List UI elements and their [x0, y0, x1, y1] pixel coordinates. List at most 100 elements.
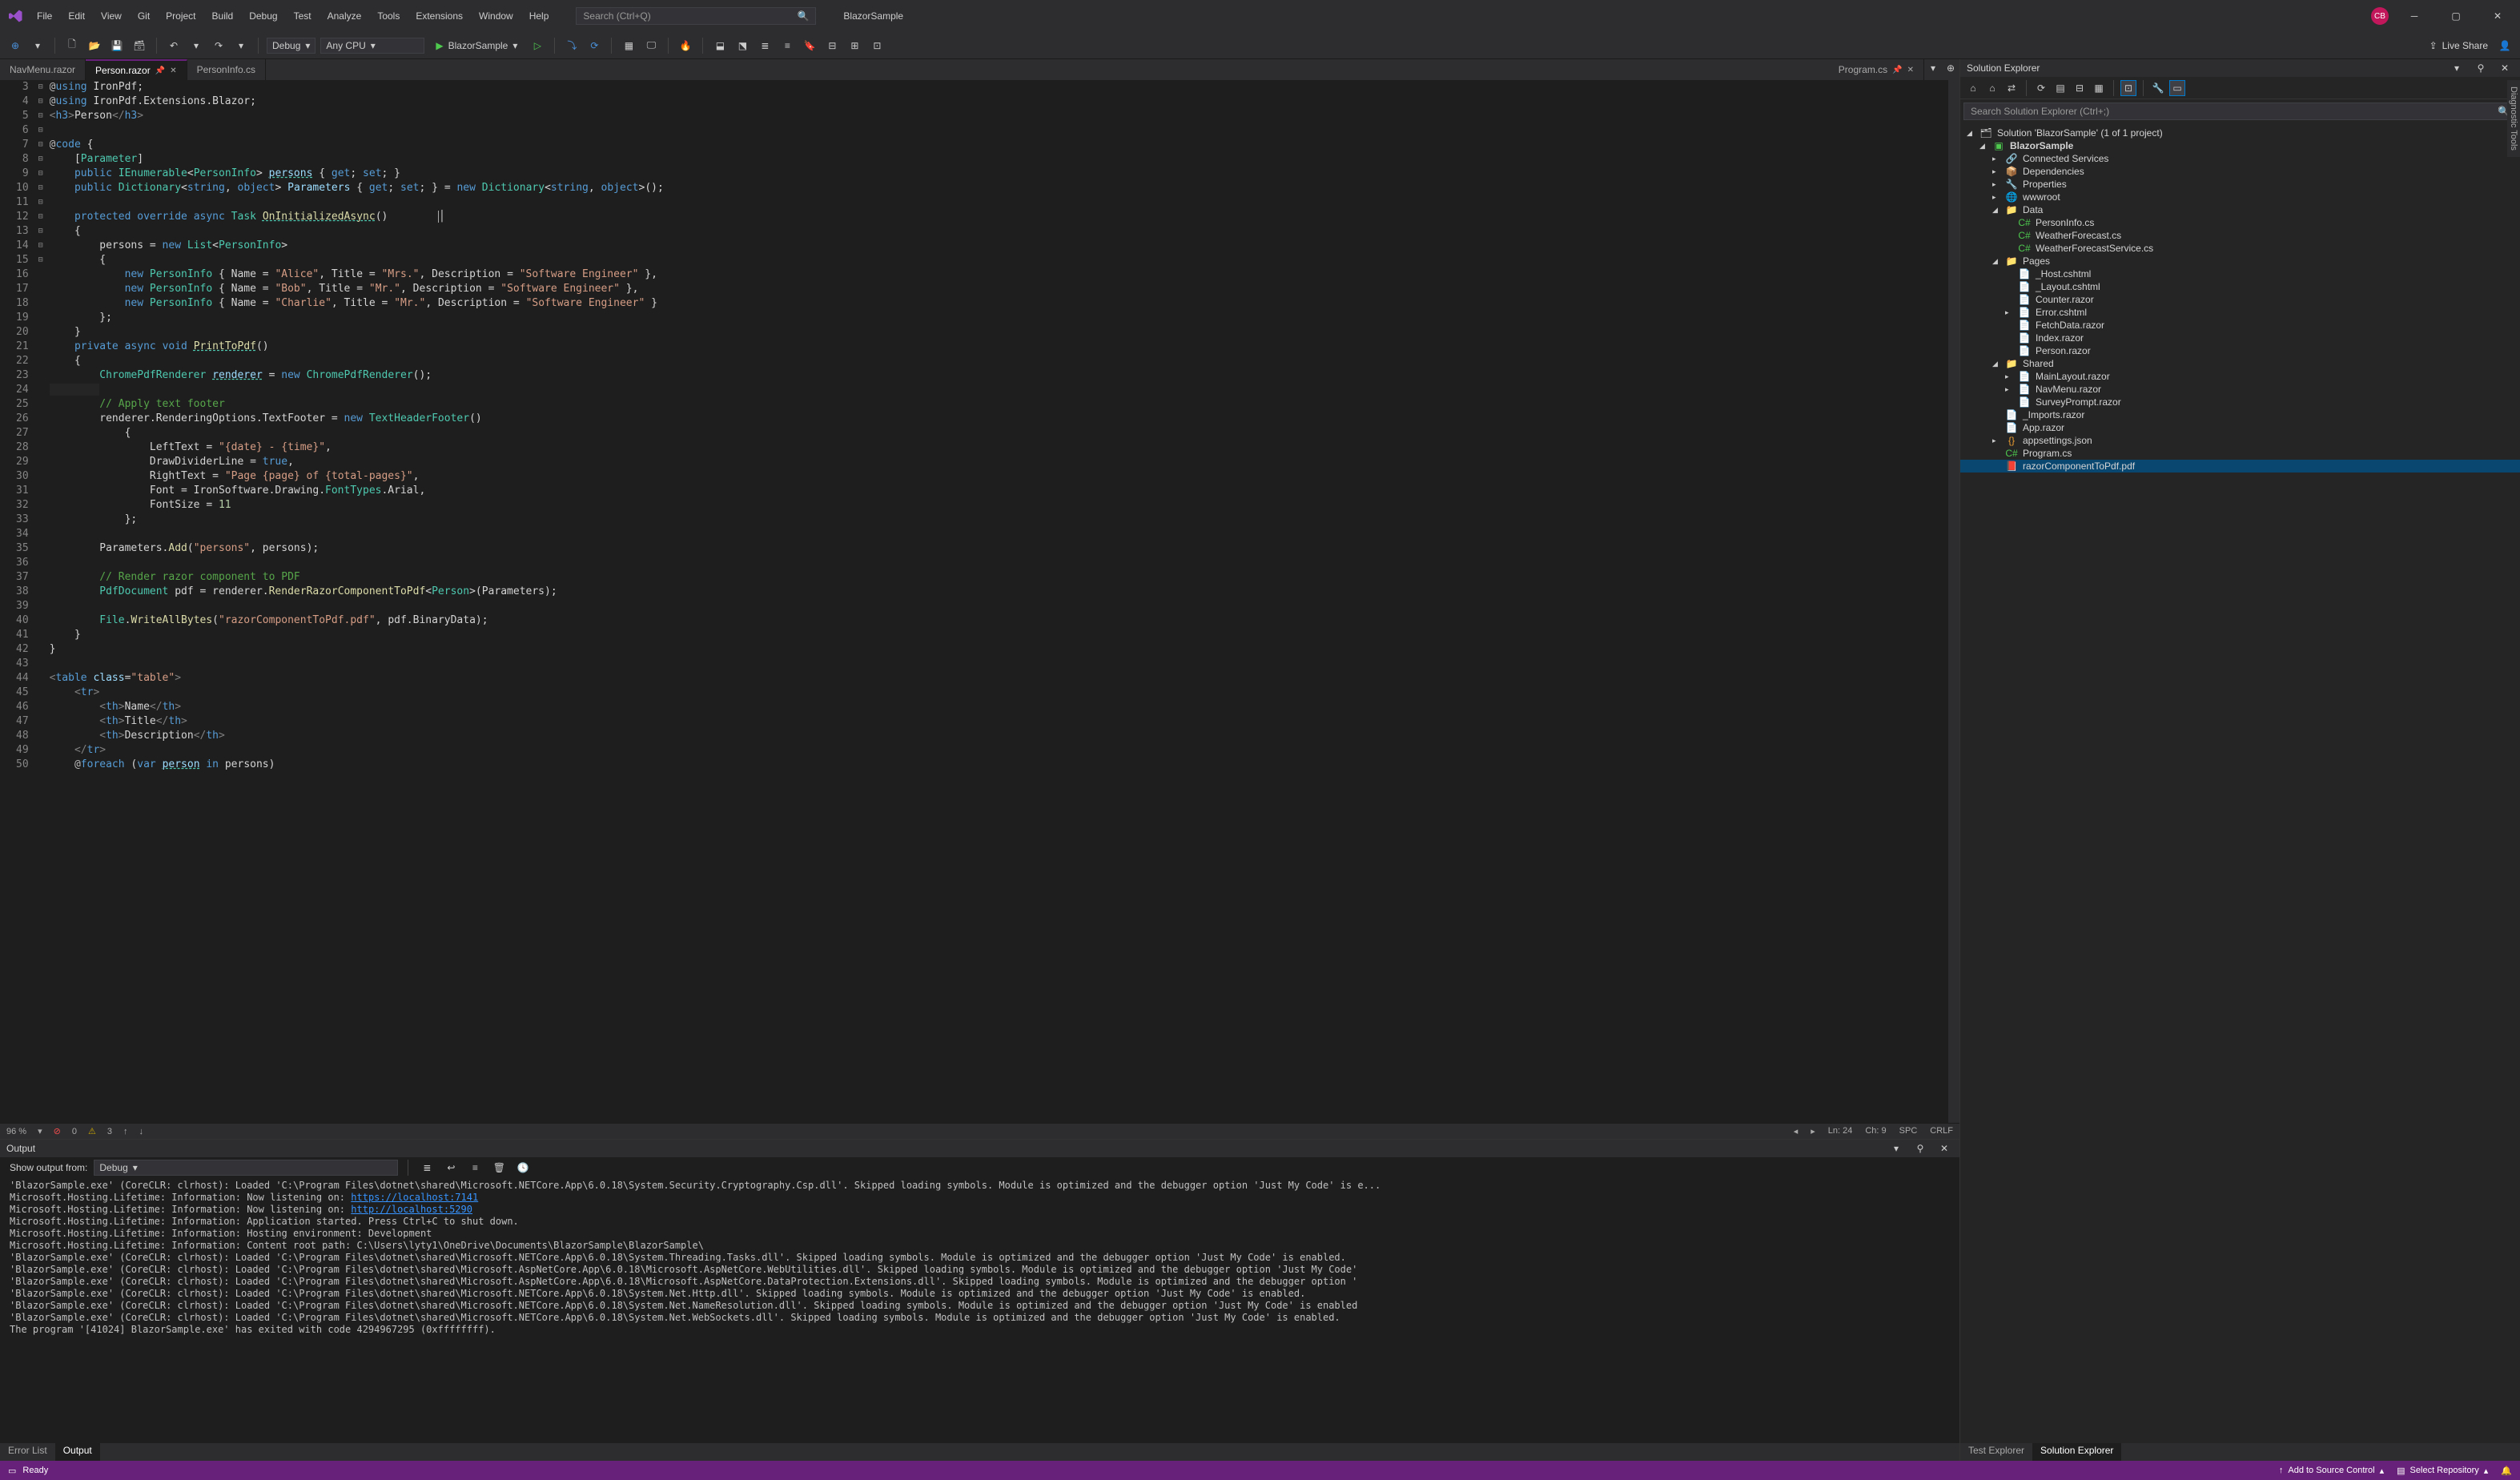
menu-help[interactable]: Help [521, 7, 557, 25]
down-arrow-icon[interactable]: ↓ [139, 1127, 143, 1136]
tree-item[interactable]: 📄SurveyPrompt.razor [1960, 396, 2520, 408]
tree-item[interactable]: ▸🔗Connected Services [1960, 152, 2520, 165]
tab-program[interactable]: Program.cs 📌 ✕ [1829, 59, 1924, 80]
up-arrow-icon[interactable]: ↑ [123, 1127, 128, 1136]
close-button[interactable]: ✕ [2482, 4, 2514, 28]
tree-item[interactable]: ▸🌐wwwroot [1960, 191, 2520, 203]
tree-item[interactable]: ◢🗂Solution 'BlazorSample' (1 of 1 projec… [1960, 127, 2520, 139]
col-indicator[interactable]: Ch: 9 [1865, 1126, 1886, 1136]
output-from-dropdown[interactable]: Debug▾ [94, 1160, 398, 1176]
tree-item[interactable]: 📄_Host.cshtml [1960, 267, 2520, 280]
maximize-button[interactable]: ▢ [2440, 4, 2472, 28]
output-dropdown-icon[interactable]: ▾ [1887, 1140, 1905, 1157]
tree-item[interactable]: ▸{}appsettings.json [1960, 434, 2520, 447]
back-button[interactable]: ⊕ [6, 37, 24, 54]
tree-item[interactable]: C#WeatherForecast.cs [1960, 229, 2520, 242]
tree-item[interactable]: C#Program.cs [1960, 447, 2520, 460]
output-clock-icon[interactable]: 🕓 [514, 1159, 532, 1176]
nav-prev[interactable]: ◂ [1794, 1126, 1799, 1136]
tree-item[interactable]: ◢📁Data [1960, 203, 2520, 216]
fold-gutter[interactable]: ⊟ ⊟ ⊟ ⊟ ⊟ ⊟ ⊟ ⊟ ⊟ ⊟ ⊟ ⊟ ⊟ [38, 80, 50, 1123]
spaces-indicator[interactable]: SPC [1899, 1126, 1918, 1136]
tree-item[interactable]: C#WeatherForecastService.cs [1960, 242, 2520, 255]
start-debug-button[interactable]: ▶ BlazorSample ▾ [429, 38, 524, 53]
menu-analyze[interactable]: Analyze [320, 7, 370, 25]
menu-test[interactable]: Test [286, 7, 320, 25]
browser-icon[interactable]: 🖵 [642, 37, 660, 54]
nav-next[interactable]: ▸ [1811, 1126, 1815, 1136]
se-close-icon[interactable]: ✕ [2496, 59, 2514, 77]
tree-item[interactable]: 📕razorComponentToPdf.pdf [1960, 460, 2520, 473]
tree-item[interactable]: 📄_Layout.cshtml [1960, 280, 2520, 293]
tab-solution-explorer[interactable]: Solution Explorer [2032, 1443, 2121, 1461]
user-avatar[interactable]: CB [2371, 7, 2389, 25]
select-repository[interactable]: ▤ Select Repository▴ [2397, 1466, 2488, 1476]
undo-dd[interactable]: ▾ [187, 37, 205, 54]
save-button[interactable]: 💾 [108, 37, 126, 54]
menu-view[interactable]: View [93, 7, 130, 25]
output-wrap-icon[interactable]: ↩ [442, 1159, 460, 1176]
new-item-button[interactable]: 🗋 [63, 37, 81, 54]
code-area[interactable]: @using IronPdf; @using IronPdf.Extension… [50, 80, 1948, 1123]
tree-item[interactable]: 📄Person.razor [1960, 344, 2520, 357]
zoom-level[interactable]: 96 % [6, 1127, 26, 1136]
tree-item[interactable]: ▸📄NavMenu.razor [1960, 383, 2520, 396]
tb-icon-8[interactable]: ⊡ [868, 37, 886, 54]
platform-dropdown[interactable]: Any CPU▾ [320, 38, 424, 54]
se-dd-icon[interactable]: ▾ [2448, 59, 2466, 77]
se-props-icon[interactable]: 🔧 [2150, 80, 2166, 96]
pin-icon[interactable]: 📌 [155, 66, 165, 75]
tab-output[interactable]: Output [55, 1443, 100, 1461]
user-icon[interactable]: 👤 [2496, 37, 2514, 54]
se-preview-icon[interactable]: ▭ [2169, 80, 2185, 96]
tb-icon-5[interactable]: 🔖 [801, 37, 818, 54]
tabwell-plus[interactable]: ⊕ [1942, 59, 1959, 77]
menu-file[interactable]: File [29, 7, 60, 25]
undo-button[interactable]: ↶ [165, 37, 183, 54]
hot-reload-icon[interactable]: 🔥 [677, 37, 694, 54]
se-switch-icon[interactable]: ⇄ [2004, 80, 2020, 96]
tb-icon-4[interactable]: ≡ [778, 37, 796, 54]
error-icon[interactable]: ⊘ [54, 1126, 61, 1136]
tb-icon-3[interactable]: ≣ [756, 37, 774, 54]
output-pin-icon[interactable]: ⚲ [1911, 1140, 1929, 1157]
step-into-button[interactable]: ⤵ [563, 37, 581, 54]
config-dropdown[interactable]: Debug▾ [267, 38, 316, 54]
live-share-button[interactable]: ⇪ Live Share [2430, 40, 2488, 51]
se-home2-icon[interactable]: ⌂ [1984, 80, 2000, 96]
se-filter-icon[interactable]: ▤ [2052, 80, 2068, 96]
open-button[interactable]: 📂 [86, 37, 103, 54]
tree-item[interactable]: C#PersonInfo.cs [1960, 216, 2520, 229]
tree-item[interactable]: ◢📁Pages [1960, 255, 2520, 267]
close-icon[interactable]: ✕ [1907, 66, 1914, 74]
output-clear-icon[interactable]: ≣ [418, 1159, 436, 1176]
bell-icon[interactable]: 🔔 [2501, 1466, 2512, 1476]
tab-person[interactable]: Person.razor 📌 ✕ [86, 59, 187, 80]
tab-personinfo[interactable]: PersonInfo.cs [187, 59, 266, 80]
tab-test-explorer[interactable]: Test Explorer [1960, 1443, 2032, 1461]
redo-button[interactable]: ↷ [210, 37, 227, 54]
tree-item[interactable]: 📄Counter.razor [1960, 293, 2520, 306]
warning-icon[interactable]: ⚠ [88, 1126, 96, 1136]
scroll-overview[interactable] [1948, 80, 1959, 1123]
vs-logo-icon[interactable] [6, 6, 26, 26]
tb-icon-7[interactable]: ⊞ [846, 37, 863, 54]
tab-navmenu[interactable]: NavMenu.razor [0, 59, 86, 80]
output-up-icon[interactable]: ≡ [466, 1159, 484, 1176]
se-search[interactable]: Search Solution Explorer (Ctrl+;) 🔍 [1963, 103, 2517, 120]
search-box[interactable]: Search (Ctrl+Q) 🔍 [576, 7, 816, 25]
add-source-control[interactable]: ↑ Add to Source Control▴ [2279, 1466, 2384, 1476]
se-collapse-icon[interactable]: ⊟ [2072, 80, 2088, 96]
se-track-icon[interactable]: ⊡ [2120, 80, 2136, 96]
tabwell-dd[interactable]: ▾ [1924, 59, 1942, 77]
se-show-icon[interactable]: ▦ [2091, 80, 2107, 96]
tree-item[interactable]: 📄FetchData.razor [1960, 319, 2520, 332]
tab-error-list[interactable]: Error List [0, 1443, 55, 1461]
menu-build[interactable]: Build [204, 7, 242, 25]
step-over-button[interactable]: ⟳ [585, 37, 603, 54]
tree-item[interactable]: ▸📄MainLayout.razor [1960, 370, 2520, 383]
solution-tree[interactable]: ◢🗂Solution 'BlazorSample' (1 of 1 projec… [1960, 123, 2520, 1443]
zoom-dd[interactable]: ▾ [38, 1126, 42, 1136]
minimize-button[interactable]: ─ [2398, 4, 2430, 28]
eol-indicator[interactable]: CRLF [1930, 1126, 1953, 1136]
